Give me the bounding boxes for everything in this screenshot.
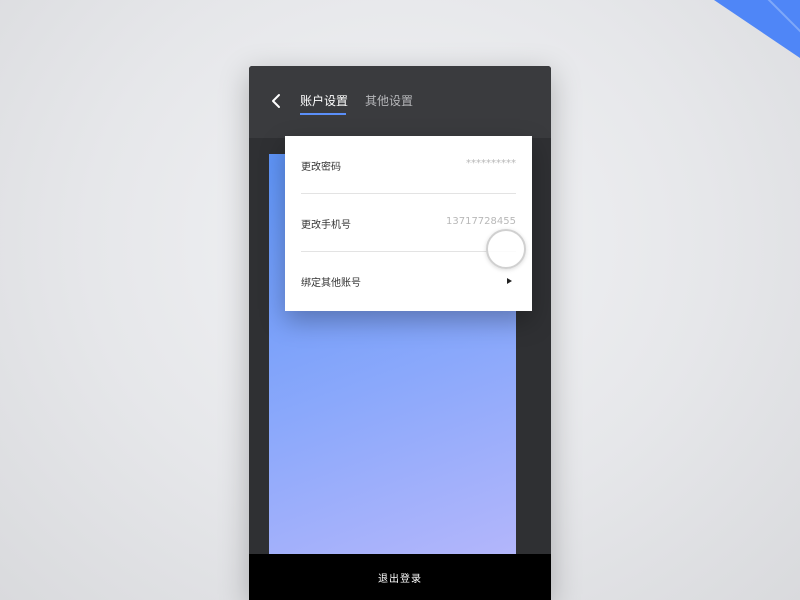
tab-other-settings[interactable]: 其他设置 — [365, 93, 413, 109]
tab-account-settings[interactable]: 账户设置 — [300, 93, 348, 109]
settings-menu-card: 更改密码 ********** 更改手机号 13717728455 绑定其他账号 — [285, 136, 532, 311]
logout-button[interactable]: 退出登录 — [249, 554, 551, 600]
corner-decoration — [710, 0, 800, 90]
menu-item-change-phone[interactable]: 更改手机号 13717728455 — [301, 194, 516, 252]
phone-number-value: 13717728455 — [446, 216, 516, 227]
password-mask-value: ********** — [466, 158, 516, 169]
menu-item-label: 更改手机号 — [301, 220, 351, 231]
chevron-left-icon[interactable] — [269, 93, 285, 109]
logout-label: 退出登录 — [378, 574, 422, 585]
top-bar: 账户设置 其他设置 — [249, 66, 551, 138]
menu-item-change-password[interactable]: 更改密码 ********** — [301, 136, 516, 194]
touch-indicator — [486, 229, 526, 269]
menu-item-bind-accounts[interactable]: 绑定其他账号 — [301, 252, 516, 310]
menu-item-label: 更改密码 — [301, 162, 341, 173]
active-tab-indicator — [300, 113, 346, 115]
triangle-right-icon — [507, 278, 512, 284]
corner-triangle — [714, 0, 800, 58]
menu-item-label: 绑定其他账号 — [301, 278, 361, 289]
phone-screen: 账户设置 其他设置 更改密码 ********** 更改手机号 13717728… — [249, 66, 551, 600]
